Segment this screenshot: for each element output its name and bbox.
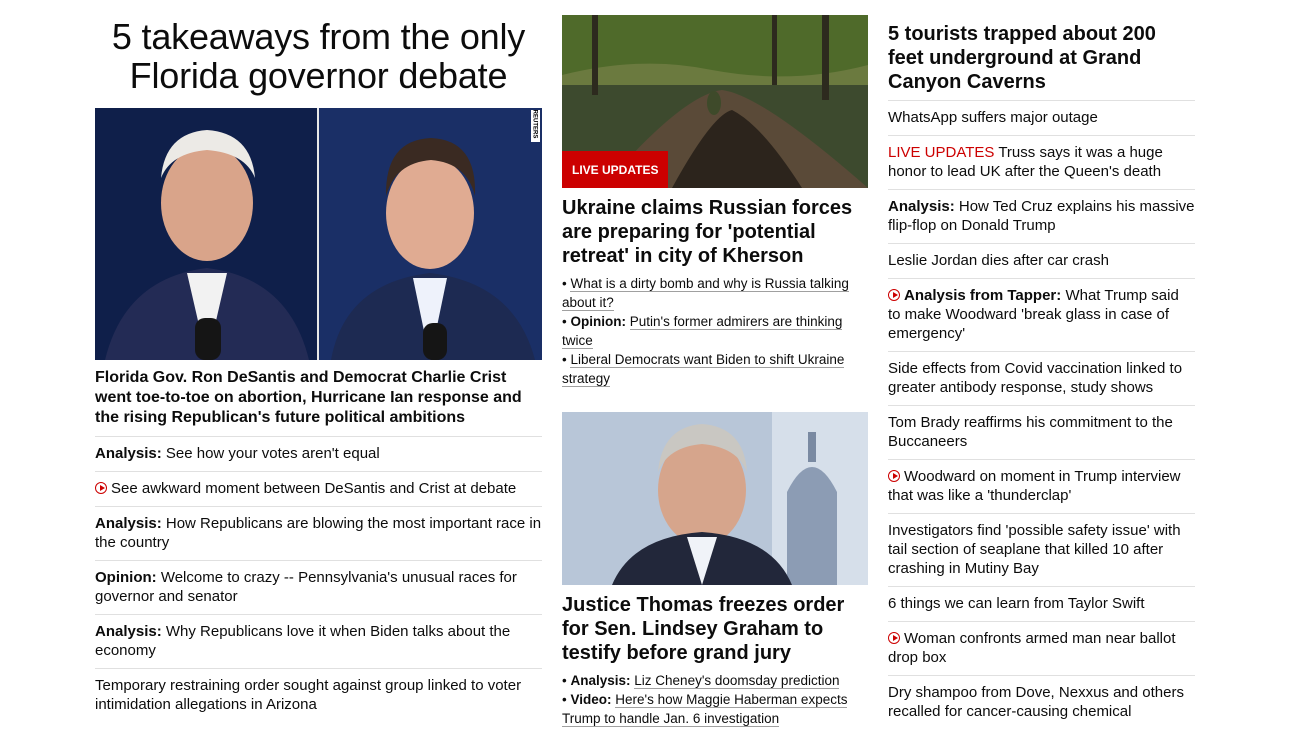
list-item[interactable]: • Analysis: Liz Cheney's doomsday predic… (562, 671, 868, 690)
sidebar-column: 5 tourists trapped about 200 feet underg… (888, 0, 1195, 729)
play-video-icon (95, 482, 107, 494)
graham-story-image[interactable] (562, 412, 868, 585)
list-item[interactable]: Analysis: See how your votes aren't equa… (95, 436, 542, 471)
photo-credit: REUTERS (531, 110, 540, 142)
list-item[interactable]: • Opinion: Putin's former admirers are t… (562, 312, 868, 350)
sidebar-list: WhatsApp suffers major outage LIVE UPDAT… (888, 100, 1195, 729)
graham-photo (562, 412, 868, 585)
list-item[interactable]: 6 things we can learn from Taylor Swift (888, 586, 1195, 621)
ukraine-headline[interactable]: Ukraine claims Russian forces are prepar… (562, 196, 868, 268)
list-item[interactable]: • What is a dirty bomb and why is Russia… (562, 274, 868, 312)
debate-photo (95, 108, 542, 360)
play-video-icon (888, 632, 900, 644)
lead-headline-link[interactable]: 5 takeaways from the only Florida govern… (112, 16, 525, 96)
list-item[interactable]: Tom Brady reaffirms his commitment to th… (888, 405, 1195, 459)
center-column: LIVE UPDATES Ukraine claims Russian forc… (562, 15, 868, 728)
graham-related-list: • Analysis: Liz Cheney's doomsday predic… (562, 671, 868, 728)
list-item[interactable]: • Liberal Democrats want Biden to shift … (562, 350, 868, 388)
sidebar-headline[interactable]: 5 tourists trapped about 200 feet underg… (888, 22, 1195, 94)
play-video-icon (888, 289, 900, 301)
list-item[interactable]: WhatsApp suffers major outage (888, 100, 1195, 135)
list-item[interactable]: Temporary restraining order sought again… (95, 668, 542, 722)
list-item[interactable]: Analysis from Tapper: What Trump said to… (888, 278, 1195, 351)
ukraine-related-list: • What is a dirty bomb and why is Russia… (562, 274, 868, 388)
list-item[interactable]: Woodward on moment in Trump interview th… (888, 459, 1195, 513)
list-item[interactable]: Analysis: How Republicans are blowing th… (95, 506, 542, 560)
lead-related-list: Analysis: See how your votes aren't equa… (95, 436, 542, 722)
list-item[interactable]: LIVE UPDATES Truss says it was a huge ho… (888, 135, 1195, 189)
list-item[interactable]: • Video: Here's how Maggie Haberman expe… (562, 690, 868, 728)
graham-headline[interactable]: Justice Thomas freezes order for Sen. Li… (562, 593, 868, 665)
list-item[interactable]: Opinion: Welcome to crazy -- Pennsylvani… (95, 560, 542, 614)
lead-description[interactable]: Florida Gov. Ron DeSantis and Democrat C… (95, 368, 542, 428)
live-updates-badge: LIVE UPDATES (562, 151, 669, 188)
list-item[interactable]: Dry shampoo from Dove, Nexxus and others… (888, 675, 1195, 729)
list-item[interactable]: Analysis: Why Republicans love it when B… (95, 614, 542, 668)
list-item[interactable]: Leslie Jordan dies after car crash (888, 243, 1195, 278)
list-item[interactable]: Woman confronts armed man near ballot dr… (888, 621, 1195, 675)
list-item[interactable]: Analysis: How Ted Cruz explains his mass… (888, 189, 1195, 243)
list-item[interactable]: Investigators find 'possible safety issu… (888, 513, 1195, 586)
lead-column: 5 takeaways from the only Florida govern… (95, 0, 542, 722)
lead-image[interactable]: REUTERS (95, 108, 542, 360)
lead-headline[interactable]: 5 takeaways from the only Florida govern… (95, 17, 542, 95)
play-video-icon (888, 470, 900, 482)
list-item[interactable]: Side effects from Covid vaccination link… (888, 351, 1195, 405)
live-updates-label: LIVE UPDATES (888, 144, 995, 161)
list-item[interactable]: See awkward moment between DeSantis and … (95, 471, 542, 506)
ukraine-story-image[interactable]: LIVE UPDATES (562, 15, 868, 188)
